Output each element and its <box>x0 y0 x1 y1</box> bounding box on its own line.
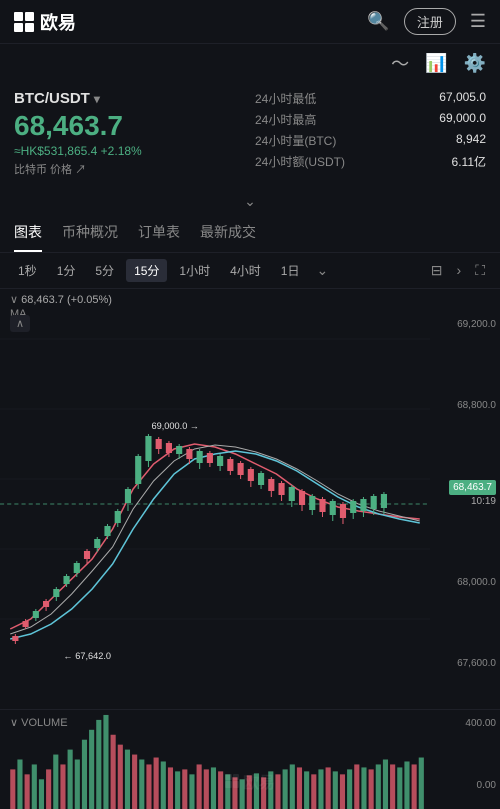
stat-high: 24小时最高 69,000.0 <box>255 111 486 128</box>
vol-usdt-value: 6.11亿 <box>452 153 486 170</box>
high-value: 69,000.0 <box>439 111 486 128</box>
pair-text: BTC/USDT <box>14 90 90 107</box>
indicator-icon[interactable]: 📊 <box>425 53 447 74</box>
header: 欧易 🔍 注册 ☰ <box>0 0 500 44</box>
interval-15m[interactable]: 15分 <box>126 259 167 282</box>
logo-icon <box>14 12 34 32</box>
vol-axis-bottom: 0.00 <box>436 780 496 791</box>
chart-container[interactable]: ∨ 68,463.7 (+0.05%) MA ∧ <box>0 289 500 709</box>
candle-type-icon[interactable]: ⊟ <box>426 260 448 281</box>
price-level-4: 68,000.0 <box>436 577 496 588</box>
tab-trades[interactable]: 最新成交 <box>200 214 256 252</box>
stat-vol-btc: 24小时量(BTC) 8,942 <box>255 132 486 149</box>
interval-row: 1秒 1分 5分 15分 1小时 4小时 1日 ⌄ ⊟ › ⛶ <box>0 253 500 289</box>
interval-4h[interactable]: 4小时 <box>222 259 269 282</box>
top-toolbar: 〜 📊 ⚙️ <box>0 44 500 82</box>
interval-5m[interactable]: 5分 <box>87 259 122 282</box>
header-icons: 🔍 注册 ☰ <box>367 8 486 35</box>
svg-text:69,000.0 →: 69,000.0 → <box>152 421 200 431</box>
tab-chart[interactable]: 图表 <box>14 214 42 252</box>
price-level-2: 68,800.0 <box>436 400 496 411</box>
tab-overview[interactable]: 币种概况 <box>62 214 118 252</box>
interval-dropdown-icon[interactable]: ⌄ <box>311 260 333 281</box>
watermark-logo-icon <box>225 774 239 788</box>
candlestick-chart: 69,000.0 → ← 67,642.0 <box>0 289 430 709</box>
chart-type-icon[interactable]: 〜 <box>391 50 409 76</box>
interval-1h[interactable]: 1小时 <box>171 259 218 282</box>
main-price: 68,463.7 <box>14 111 245 142</box>
collapse-button[interactable]: ⌄ <box>0 189 500 214</box>
expand-icon[interactable]: › <box>452 260 467 280</box>
overlay-price: 68,463.7 (+0.05%) <box>21 294 112 306</box>
low-value: 67,005.0 <box>439 90 486 107</box>
vol-usdt-label: 24小时额(USDT) <box>255 153 345 170</box>
fullscreen-icon[interactable]: ⛶ <box>470 260 490 281</box>
btc-label: 比特币 价格 ↗ <box>14 161 245 177</box>
watermark: 欧易 <box>225 769 275 793</box>
menu-icon[interactable]: ☰ <box>470 11 486 32</box>
pair-label[interactable]: BTC/USDT ▾ <box>14 90 245 107</box>
current-time-tag: 10:19 <box>471 496 496 507</box>
search-icon[interactable]: 🔍 <box>367 11 389 32</box>
tab-orderbook[interactable]: 订单表 <box>138 214 180 252</box>
price-axis: 69,200.0 68,800.0 68,463.7 10:19 68,000.… <box>432 289 500 709</box>
interval-1s[interactable]: 1秒 <box>10 259 45 282</box>
low-label: 24小时最低 <box>255 90 316 107</box>
price-level-5: 67,600.0 <box>436 658 496 669</box>
interval-1m[interactable]: 1分 <box>49 259 84 282</box>
vol-axis-top: 400.00 <box>436 718 496 729</box>
high-label: 24小时最高 <box>255 111 316 128</box>
price-stats: 24小时最低 67,005.0 24小时最高 69,000.0 24小时量(BT… <box>255 90 486 177</box>
vol-btc-label: 24小时量(BTC) <box>255 132 336 149</box>
stat-vol-usdt: 24小时额(USDT) 6.11亿 <box>255 153 486 170</box>
tabs-row: 图表 币种概况 订单表 最新成交 <box>0 214 500 253</box>
price-left: BTC/USDT ▾ 68,463.7 ≈HK$531,865.4 +2.18%… <box>14 90 245 177</box>
stat-low: 24小时最低 67,005.0 <box>255 90 486 107</box>
volume-axis: 400.00 0.00 <box>432 710 500 809</box>
watermark-text: 欧易 <box>243 769 275 793</box>
logo: 欧易 <box>14 9 76 35</box>
price-level-1: 69,200.0 <box>436 319 496 330</box>
volume-label: ∨ VOLUME <box>10 716 68 729</box>
settings-icon[interactable]: ⚙️ <box>464 53 486 74</box>
vol-btc-value: 8,942 <box>456 132 486 149</box>
svg-text:← 67,642.0: ← 67,642.0 <box>63 651 111 661</box>
volume-section: ∨ VOLUME <box>0 709 500 809</box>
register-button[interactable]: 注册 <box>404 8 456 35</box>
hk-price: ≈HK$531,865.4 +2.18% <box>14 144 245 158</box>
interval-1d[interactable]: 1日 <box>273 259 308 282</box>
chart-collapse-icon[interactable]: ∧ <box>10 315 30 332</box>
price-section: BTC/USDT ▾ 68,463.7 ≈HK$531,865.4 +2.18%… <box>0 82 500 189</box>
current-price-tag: 68,463.7 <box>449 480 496 495</box>
pair-dropdown-icon[interactable]: ▾ <box>94 92 100 106</box>
logo-text: 欧易 <box>40 9 76 35</box>
